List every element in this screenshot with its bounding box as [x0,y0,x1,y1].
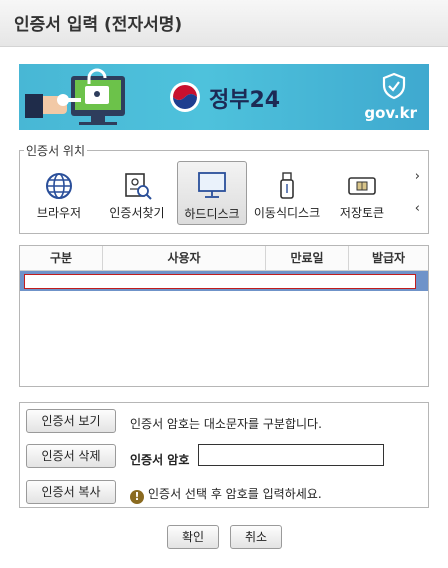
chevron-left-icon[interactable]: ‹ [415,201,420,216]
location-legend: 인증서 위치 [24,142,88,159]
shield-check-icon [382,72,406,100]
window-title: 인증서 입력 (전자서명) [14,15,183,35]
location-removable-disk[interactable]: 이동식디스크 [248,163,326,223]
password-input[interactable] [198,444,384,466]
location-label: 인증서찾기 [109,206,165,220]
column-user[interactable]: 사용자 [103,246,266,270]
view-certificate-button[interactable]: 인증서 보기 [26,409,116,433]
hint-text: 인증서 선택 후 암호를 입력하세요. [148,487,322,501]
copy-certificate-button[interactable]: 인증서 복사 [26,480,116,504]
certificate-search-icon [125,173,152,200]
location-security-token[interactable]: 저장토큰 [326,163,398,223]
gov24-logo-text: 정부24 [209,88,281,113]
case-sensitive-notice: 인증서 암호는 대소문자를 구분합니다. [130,417,322,431]
ok-button[interactable]: 확인 [167,525,219,549]
location-cert-search[interactable]: 인증서찾기 [98,163,176,223]
globe-icon [46,173,72,199]
location-hard-disk[interactable]: 하드디스크 [177,161,247,225]
selected-row-highlight [24,274,416,289]
chevron-right-icon[interactable]: › [415,169,420,184]
column-type[interactable]: 구분 [20,246,103,270]
delete-certificate-button[interactable]: 인증서 삭제 [26,444,116,468]
column-issuer[interactable]: 발급자 [349,246,428,270]
lock-key-illustration [25,68,125,125]
certificate-table: 구분 사용자 만료일 발급자 [19,245,429,387]
cancel-button[interactable]: 취소 [230,525,282,549]
location-label: 하드디스크 [184,207,240,221]
location-browser[interactable]: 브라우저 [20,163,98,223]
location-label: 저장토큰 [339,206,385,220]
gov-kr-label: gov.kr [364,104,417,122]
warning-icon: ! [130,490,144,504]
password-hint: ! 인증서 선택 후 암호를 입력하세요. [130,485,322,504]
title-bar: 인증서 입력 (전자서명) [0,0,448,47]
monitor-icon [198,172,226,198]
certificate-actions-panel: 인증서 보기 인증서 삭제 인증서 복사 인증서 암호는 대소문자를 구분합니다… [19,402,429,508]
table-row[interactable] [20,271,428,291]
table-header: 구분 사용자 만료일 발급자 [20,246,428,271]
password-label: 인증서 암호 [130,453,190,467]
gov-emblem-icon [170,82,200,112]
location-label: 이동식디스크 [253,206,321,220]
certificate-location-group: 인증서 위치 브라우저 인증서찾기 하드디스크 이동식디스크 저장토큰 › ‹ [19,142,429,234]
location-label: 브라우저 [36,206,82,220]
column-expiry[interactable]: 만료일 [266,246,349,270]
token-icon [348,177,376,195]
gov24-banner: 정부24 gov.kr [19,64,429,130]
usb-icon [280,172,294,199]
